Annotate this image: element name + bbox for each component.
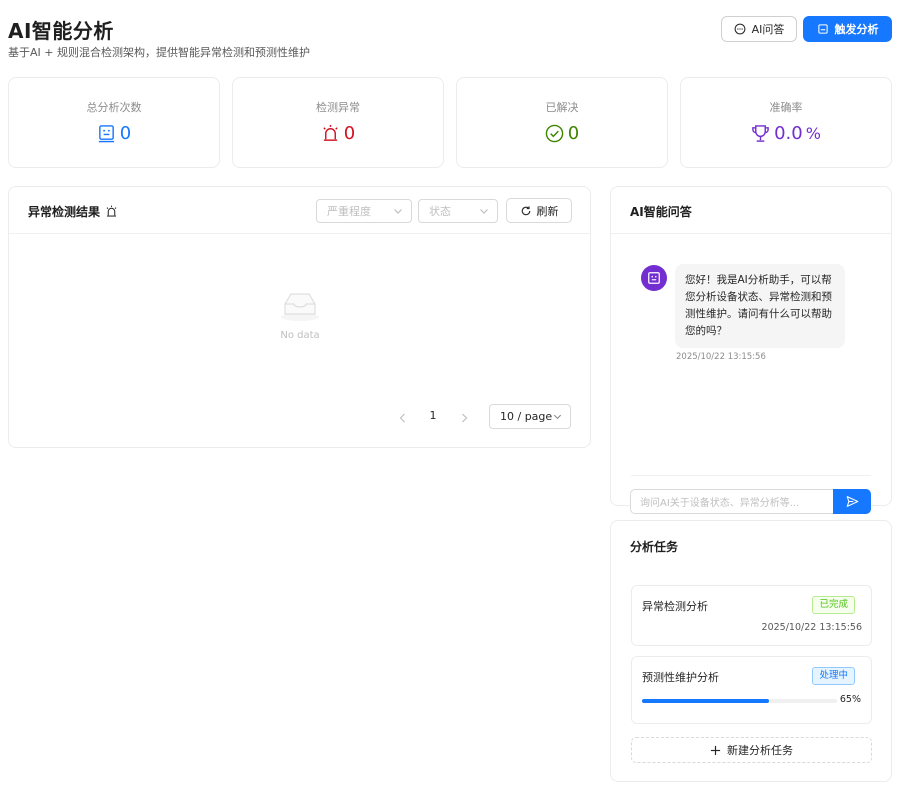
trigger-analysis-button[interactable]: 触发分析 bbox=[803, 16, 892, 42]
stat-card-accuracy: 准确率 0.0% bbox=[680, 77, 892, 168]
chevron-down-icon bbox=[480, 209, 488, 214]
message-icon bbox=[734, 23, 746, 35]
progress-fill bbox=[642, 699, 769, 703]
panel-title: 异常检测结果 bbox=[28, 203, 118, 220]
panel-title: AI智能问答 bbox=[630, 205, 692, 219]
alarm-icon bbox=[323, 124, 338, 141]
stat-value: 0 bbox=[457, 123, 667, 144]
panel-header: 分析任务 bbox=[611, 521, 891, 568]
status-badge: 处理中 bbox=[812, 667, 855, 685]
chevron-down-icon bbox=[553, 414, 562, 420]
stat-label: 检测异常 bbox=[316, 101, 360, 114]
ai-qa-button[interactable]: AI问答 bbox=[721, 16, 797, 42]
status-placeholder: 状态 bbox=[429, 205, 451, 218]
pagination-prev-icon[interactable] bbox=[396, 411, 410, 425]
trigger-analysis-label: 触发分析 bbox=[834, 23, 879, 36]
page-title: AI智能分析 bbox=[8, 19, 114, 43]
anomaly-title: 异常检测结果 bbox=[28, 205, 101, 219]
pagination-next-icon[interactable] bbox=[457, 411, 471, 425]
page-size-select[interactable]: 10 / page bbox=[489, 404, 571, 429]
progress-text: 65% bbox=[839, 694, 861, 705]
pagination-page[interactable]: 1 bbox=[425, 409, 441, 422]
panel-title: 分析任务 bbox=[630, 540, 679, 554]
divider bbox=[631, 475, 871, 476]
stat-value: 0 bbox=[233, 123, 443, 144]
analysis-tasks-panel: 分析任务 异常检测分析 已完成 2025/10/22 13:15:56 预测性维… bbox=[610, 520, 892, 782]
task-time: 2025/10/22 13:15:56 bbox=[761, 622, 862, 633]
robot-icon bbox=[98, 125, 114, 143]
empty-text: No data bbox=[280, 330, 320, 341]
severity-select[interactable]: 严重程度 bbox=[316, 199, 412, 223]
task-card[interactable]: 异常检测分析 已完成 2025/10/22 13:15:56 bbox=[631, 585, 872, 646]
anomaly-results-panel: 异常检测结果 严重程度 状态 刷新 No data 1 10 / page bbox=[8, 186, 591, 448]
stat-label: 总分析次数 bbox=[86, 101, 142, 114]
check-circle-icon bbox=[545, 124, 564, 143]
new-task-button[interactable]: 新建分析任务 bbox=[631, 737, 872, 763]
alarm-icon bbox=[106, 205, 117, 217]
stat-value: 0 bbox=[9, 123, 219, 144]
task-card[interactable]: 预测性维护分析 处理中 65% bbox=[631, 656, 872, 724]
chat-input[interactable]: 询问AI关于设备状态、异常分析等... bbox=[630, 489, 834, 514]
stat-label: 准确率 bbox=[769, 101, 803, 114]
stat-value: 0.0% bbox=[681, 123, 891, 144]
task-name: 异常检测分析 bbox=[642, 600, 708, 613]
refresh-button[interactable]: 刷新 bbox=[506, 198, 572, 223]
ai-chat-panel: AI智能问答 您好！我是AI分析助手，可以帮您分析设备状态、异常检测和预测性维护… bbox=[610, 186, 892, 506]
page-size-label: 10 / page bbox=[500, 410, 553, 423]
progress-bar bbox=[642, 699, 837, 703]
send-button[interactable] bbox=[833, 489, 871, 514]
severity-placeholder: 严重程度 bbox=[327, 205, 371, 218]
stat-number: 0 bbox=[567, 123, 580, 144]
send-icon bbox=[846, 496, 858, 507]
refresh-label: 刷新 bbox=[536, 204, 559, 218]
stat-number: 0 bbox=[119, 123, 132, 144]
assistant-message: 您好！我是AI分析助手，可以帮您分析设备状态、异常检测和预测性维护。请问有什么可… bbox=[675, 264, 845, 348]
panel-header: 异常检测结果 严重程度 状态 刷新 bbox=[9, 187, 590, 234]
page-subtitle: 基于AI + 规则混合检测架构，提供智能异常检测和预测性维护 bbox=[8, 46, 310, 59]
reload-icon bbox=[521, 205, 530, 215]
stat-card-resolved: 已解决 0 bbox=[456, 77, 668, 168]
robot-icon bbox=[817, 24, 828, 34]
status-badge: 已完成 bbox=[812, 596, 855, 614]
message-time: 2025/10/22 13:15:56 bbox=[676, 352, 766, 362]
new-task-label: 新建分析任务 bbox=[727, 744, 793, 757]
chat-input-placeholder: 询问AI关于设备状态、异常分析等... bbox=[640, 498, 800, 509]
trophy-icon bbox=[752, 125, 769, 142]
panel-header: AI智能问答 bbox=[611, 187, 891, 234]
chevron-down-icon bbox=[394, 209, 402, 214]
empty-inbox-icon bbox=[281, 293, 319, 321]
stat-label: 已解决 bbox=[545, 101, 579, 114]
ai-qa-label: AI问答 bbox=[751, 23, 785, 36]
assistant-avatar bbox=[641, 265, 667, 291]
plus-icon bbox=[710, 745, 721, 755]
robot-icon bbox=[648, 272, 660, 284]
stat-number: 0.0% bbox=[774, 123, 821, 144]
stat-number: 0 bbox=[343, 123, 356, 144]
stat-card-anomaly: 检测异常 0 bbox=[232, 77, 444, 168]
status-select[interactable]: 状态 bbox=[418, 199, 498, 223]
task-name: 预测性维护分析 bbox=[642, 671, 719, 684]
stat-card-total: 总分析次数 0 bbox=[8, 77, 220, 168]
